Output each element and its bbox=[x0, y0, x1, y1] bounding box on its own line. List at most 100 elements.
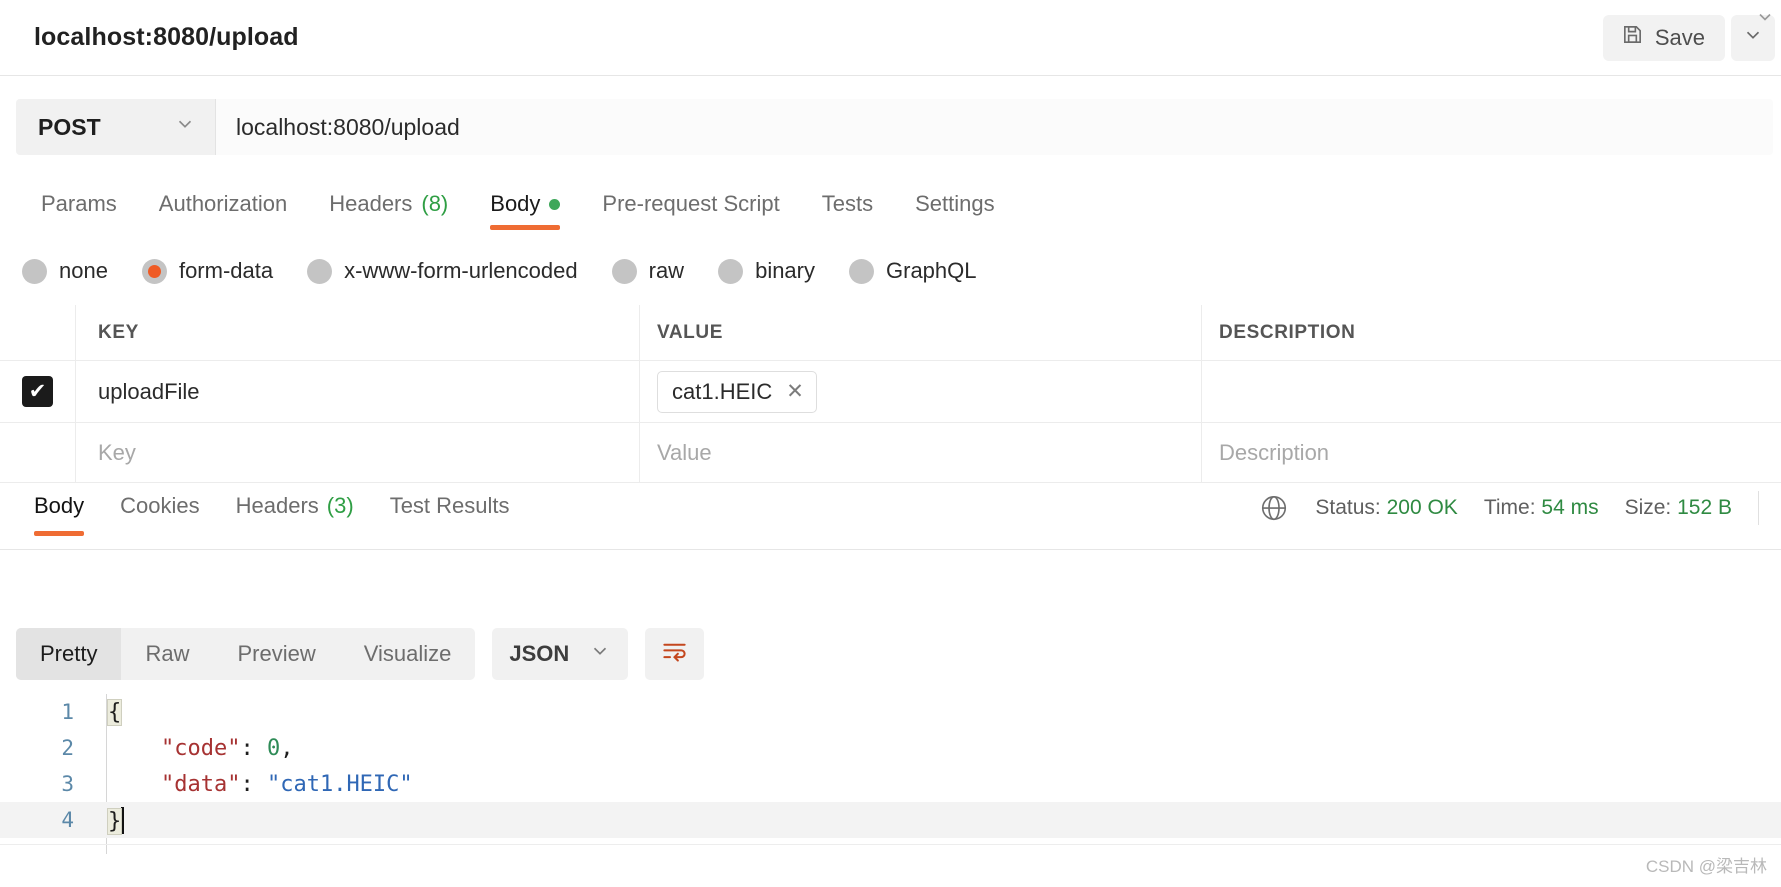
chevron-down-icon bbox=[589, 640, 611, 668]
response-body-viewer[interactable]: 1 { 2 "code": 0, 3 "data": "cat1.HEIC" 4… bbox=[0, 694, 1781, 854]
row-key-cell[interactable]: uploadFile bbox=[76, 361, 640, 422]
code-line: 3 "data": "cat1.HEIC" bbox=[0, 766, 1781, 802]
watermark: CSDN @梁吉林 bbox=[1645, 857, 1767, 876]
code-line-active: 4 } bbox=[0, 802, 1781, 838]
response-tab-headers[interactable]: Headers (3) bbox=[218, 485, 372, 541]
view-mode-pretty[interactable]: Pretty bbox=[16, 628, 122, 680]
body-type-raw[interactable]: raw bbox=[611, 258, 684, 284]
size-label: Size: bbox=[1624, 496, 1672, 519]
tab-tests-label: Tests bbox=[821, 191, 874, 216]
response-tab-headers-count: (3) bbox=[326, 493, 354, 518]
view-mode-preview[interactable]: Preview bbox=[213, 628, 339, 680]
line-number: 4 bbox=[61, 808, 74, 832]
close-icon[interactable]: ✕ bbox=[786, 379, 804, 404]
globe-icon bbox=[1259, 493, 1289, 523]
tab-authorization[interactable]: Authorization bbox=[138, 178, 308, 226]
json-colon: : bbox=[240, 735, 267, 761]
tab-pre-request-script[interactable]: Pre-request Script bbox=[581, 178, 800, 226]
tab-headers-count: (8) bbox=[421, 191, 449, 216]
size-badge: Size: 152 B bbox=[1625, 496, 1732, 520]
radio-selected-icon bbox=[141, 258, 167, 284]
table-row-empty[interactable]: Key Value Description bbox=[0, 423, 1781, 483]
response-tab-test-results-label: Test Results bbox=[389, 493, 510, 518]
http-method-select[interactable]: POST bbox=[16, 99, 216, 155]
body-type-graphql[interactable]: GraphQL bbox=[849, 258, 977, 284]
row-checkbox[interactable]: ✔ bbox=[22, 376, 53, 407]
body-type-none[interactable]: none bbox=[22, 258, 108, 284]
header-cell-key: KEY bbox=[76, 305, 640, 360]
page-title: localhost:8080/upload bbox=[34, 23, 299, 51]
line-number: 1 bbox=[61, 700, 74, 724]
size-value: 152 B bbox=[1677, 496, 1732, 519]
tab-tests[interactable]: Tests bbox=[801, 178, 894, 226]
response-format-select[interactable]: JSON bbox=[492, 628, 629, 680]
line-number: 3 bbox=[61, 772, 74, 796]
tab-body-label: Body bbox=[490, 191, 541, 216]
radio-icon bbox=[611, 258, 637, 284]
save-button-label: Save bbox=[1654, 24, 1705, 50]
response-tab-headers-label: Headers bbox=[235, 493, 319, 518]
json-comma: , bbox=[280, 735, 294, 761]
column-header-value: VALUE bbox=[657, 321, 723, 343]
bottom-divider bbox=[0, 844, 1781, 845]
word-wrap-icon bbox=[661, 638, 688, 670]
radio-icon bbox=[718, 258, 744, 284]
tab-settings[interactable]: Settings bbox=[894, 178, 1016, 226]
row-value-cell[interactable]: cat1.HEIC ✕ bbox=[640, 361, 1202, 422]
row-key-value: uploadFile bbox=[98, 378, 200, 404]
body-type-x-www-form-urlencoded[interactable]: x-www-form-urlencoded bbox=[307, 258, 578, 284]
chevron-down-icon bbox=[174, 113, 196, 141]
view-mode-preview-label: Preview bbox=[237, 641, 316, 666]
tab-settings-label: Settings bbox=[915, 191, 995, 216]
view-mode-visualize-label: Visualize bbox=[363, 641, 452, 666]
url-input[interactable]: localhost:8080/upload bbox=[216, 99, 1773, 155]
tab-headers-label: Headers bbox=[329, 191, 413, 216]
active-response-tab-indicator bbox=[34, 531, 85, 536]
url-bar: POST localhost:8080/upload bbox=[16, 99, 1773, 155]
body-type-radio-group: none form-data x-www-form-urlencoded raw… bbox=[22, 248, 1781, 294]
response-tab-cookies[interactable]: Cookies bbox=[102, 485, 217, 541]
body-type-form-data[interactable]: form-data bbox=[141, 258, 273, 284]
response-meta: Status: 200 OK Time: 54 ms Size: 152 B bbox=[1259, 485, 1781, 525]
table-header-row: KEY VALUE DESCRIPTION bbox=[0, 305, 1781, 361]
postman-request-response-view: localhost:8080/upload Save POST localhos… bbox=[0, 0, 1781, 887]
row-checkbox-cell[interactable]: ✔ bbox=[0, 361, 76, 422]
response-tab-body[interactable]: Body bbox=[16, 485, 102, 541]
table-row[interactable]: ✔ uploadFile cat1.HEIC ✕ bbox=[0, 361, 1781, 423]
save-button[interactable]: Save bbox=[1602, 14, 1725, 61]
tab-authorization-label: Authorization bbox=[158, 191, 288, 216]
body-type-none-label: none bbox=[59, 258, 108, 283]
tab-params[interactable]: Params bbox=[20, 178, 138, 226]
response-tabs: Body Cookies Headers (3) Test Results bbox=[16, 485, 528, 541]
view-mode-raw-label: Raw bbox=[145, 641, 190, 666]
response-bar: Body Cookies Headers (3) Test Results St… bbox=[0, 485, 1781, 550]
json-close-brace: } bbox=[106, 807, 123, 835]
time-value: 54 ms bbox=[1541, 496, 1599, 519]
body-type-graphql-label: GraphQL bbox=[886, 258, 977, 283]
code-line: 1 { bbox=[0, 694, 1781, 730]
tab-body[interactable]: Body bbox=[469, 178, 581, 230]
status-value: 200 OK bbox=[1386, 496, 1458, 519]
tab-headers[interactable]: Headers (8) bbox=[308, 178, 469, 226]
header-cell-checkbox bbox=[0, 305, 76, 360]
form-data-table: KEY VALUE DESCRIPTION ✔ uploadFile cat1.… bbox=[0, 305, 1781, 483]
word-wrap-toggle[interactable] bbox=[645, 628, 705, 680]
status-badge: Status: 200 OK bbox=[1315, 496, 1457, 520]
row-description-cell[interactable] bbox=[1202, 361, 1781, 422]
file-chip[interactable]: cat1.HEIC ✕ bbox=[657, 370, 817, 413]
new-key-input[interactable]: Key bbox=[76, 423, 640, 482]
active-tab-indicator bbox=[490, 225, 561, 230]
radio-icon bbox=[307, 258, 333, 284]
top-bar: localhost:8080/upload Save bbox=[0, 0, 1781, 76]
row-checkbox-cell-empty[interactable] bbox=[0, 423, 76, 482]
response-tab-test-results[interactable]: Test Results bbox=[372, 485, 528, 541]
column-header-description: DESCRIPTION bbox=[1219, 321, 1356, 343]
view-mode-visualize[interactable]: Visualize bbox=[340, 628, 476, 680]
view-mode-raw[interactable]: Raw bbox=[121, 628, 213, 680]
scroll-down-indicator[interactable] bbox=[1755, 7, 1775, 32]
json-colon: : bbox=[240, 771, 267, 797]
radio-icon bbox=[849, 258, 874, 284]
new-description-input[interactable]: Description bbox=[1202, 423, 1781, 482]
body-type-binary[interactable]: binary bbox=[718, 258, 815, 284]
new-value-input[interactable]: Value bbox=[640, 423, 1202, 482]
